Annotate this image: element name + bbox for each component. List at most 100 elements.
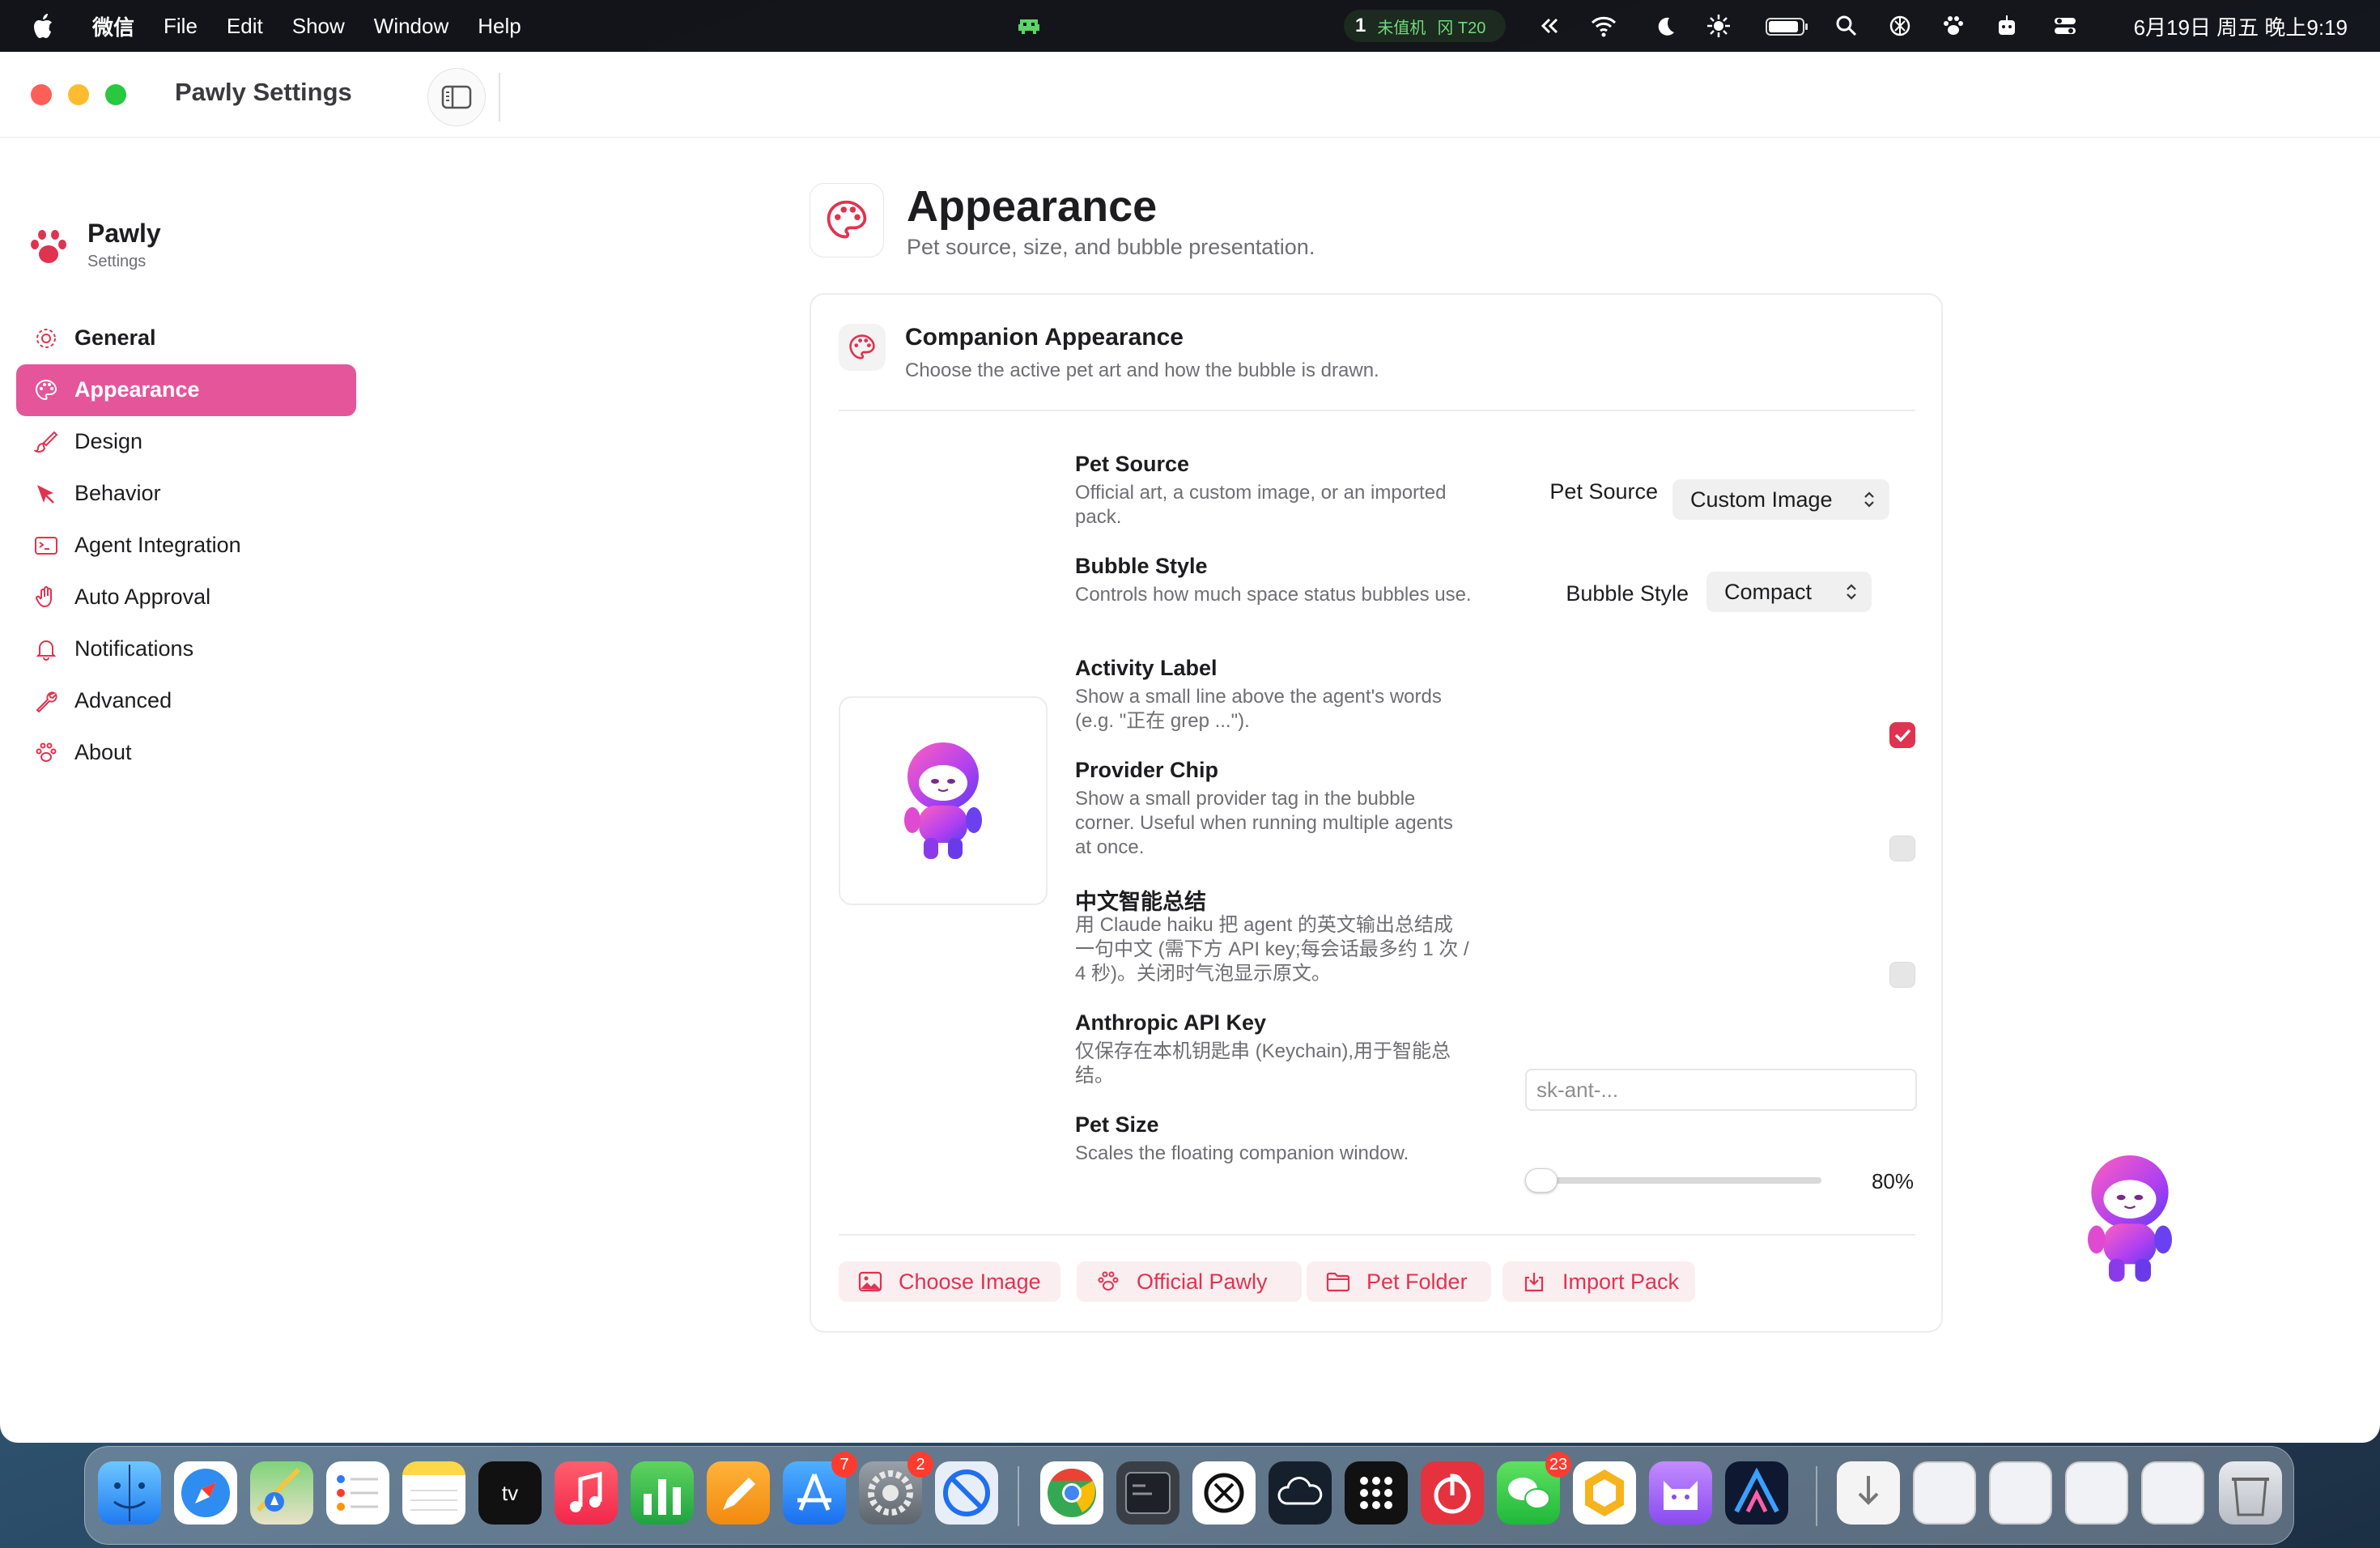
sidebar-item-notifications[interactable]: Notifications: [16, 623, 356, 675]
menu-file[interactable]: File: [164, 14, 198, 39]
pet-size-desc: Scales the floating companion window.: [1075, 1142, 1409, 1164]
toolbar-divider: [499, 73, 500, 121]
sidebar-item-appearance[interactable]: Appearance: [16, 364, 356, 416]
moon-icon[interactable]: [1651, 13, 1679, 39]
sidebar-item-about[interactable]: About: [16, 727, 356, 779]
menu-clock[interactable]: 6月19日 周五 晚上9:19: [2134, 11, 2348, 41]
api-key-input[interactable]: [1525, 1069, 1917, 1111]
blocker-app-icon[interactable]: [935, 1461, 998, 1525]
bell-icon: [36, 640, 57, 661]
pet-size-slider-thumb[interactable]: [1525, 1168, 1558, 1193]
cat-face-icon: [1664, 1481, 1698, 1510]
folder-icon: [1326, 1272, 1350, 1292]
terminal-app-icon[interactable]: [1116, 1461, 1179, 1525]
bubble-style-desc: Controls how much space status bubbles u…: [1075, 584, 1472, 606]
tv-text-icon: tv: [502, 1481, 518, 1505]
menu-edit[interactable]: Edit: [227, 14, 263, 39]
sidebar-item-agent-integration[interactable]: Agent Integration: [16, 520, 356, 572]
cat-app-icon[interactable]: [1649, 1461, 1712, 1525]
sidebar-item-label: General: [74, 325, 156, 350]
minimize-button[interactable]: [68, 84, 89, 105]
paw-icon: [36, 742, 57, 762]
downloads-stack-icon[interactable]: [1837, 1461, 1900, 1525]
sidebar-item-general[interactable]: General: [16, 313, 356, 364]
close-button[interactable]: [31, 84, 52, 105]
pet-character-image: [904, 742, 982, 859]
ai-app-icon[interactable]: [1725, 1461, 1788, 1525]
menu-app-name[interactable]: 微信: [92, 11, 134, 41]
menu-window[interactable]: Window: [374, 14, 448, 39]
bar-chart-icon: [644, 1479, 681, 1515]
double-chevron-left-icon[interactable]: [1535, 13, 1562, 39]
finder-icon[interactable]: [98, 1461, 161, 1525]
paw-icon[interactable]: [1940, 13, 1967, 39]
netease-music-icon[interactable]: [1421, 1461, 1484, 1525]
grid-icon: [1360, 1477, 1392, 1509]
bubble-style-select[interactable]: Compact: [1706, 572, 1872, 612]
music-icon[interactable]: [555, 1461, 618, 1525]
sidebar-item-label: Appearance: [74, 377, 200, 402]
sidebar-item-behavior[interactable]: Behavior: [16, 468, 356, 520]
space-invader-icon[interactable]: [1017, 15, 1041, 37]
card-header-icon: [839, 324, 886, 371]
card-subtitle: Choose the active pet art and how the bu…: [905, 359, 1379, 381]
chatgpt-icon[interactable]: [1192, 1461, 1256, 1525]
pet-source-select[interactable]: Custom Image: [1672, 479, 1889, 520]
hex-app-icon[interactable]: [1573, 1461, 1636, 1525]
sidebar-item-label: Auto Approval: [74, 585, 211, 609]
brand-name: Pawly: [87, 219, 161, 248]
reminders-icon[interactable]: [326, 1461, 389, 1525]
flight-status-pill[interactable]: 1 未值机 冈 T20: [1344, 10, 1506, 42]
menu-show[interactable]: Show: [292, 14, 345, 39]
sidebar: Pawly Settings General Appearance Design: [0, 138, 372, 1443]
menu-help[interactable]: Help: [478, 14, 521, 39]
pages-icon[interactable]: [707, 1461, 770, 1525]
import-pack-button[interactable]: Import Pack: [1502, 1261, 1695, 1302]
official-pawly-button[interactable]: Official Pawly: [1077, 1261, 1302, 1302]
openai-icon[interactable]: [1886, 13, 1914, 39]
search-icon[interactable]: [1833, 13, 1860, 39]
pet-size-slider-track[interactable]: [1525, 1177, 1821, 1184]
cn-summary-checkbox[interactable]: [1889, 962, 1915, 988]
choose-image-button[interactable]: Choose Image: [839, 1261, 1060, 1302]
openai-logo-icon: [1204, 1473, 1244, 1513]
chrome-icon[interactable]: [1040, 1461, 1103, 1525]
provider-chip-title: Provider Chip: [1075, 758, 1219, 782]
control-center-icon[interactable]: [2051, 13, 2079, 39]
floating-pet-character[interactable]: [2077, 1146, 2182, 1291]
notes-icon[interactable]: [402, 1461, 465, 1525]
numbers-icon[interactable]: [631, 1461, 694, 1525]
apple-tv-icon[interactable]: tv: [478, 1461, 542, 1525]
title-bar: Pawly Settings: [0, 52, 2380, 138]
dock-separator: [1816, 1466, 1817, 1526]
sidebar-item-design[interactable]: Design: [16, 416, 356, 468]
sidebar-toggle-button[interactable]: [427, 68, 486, 126]
palette-icon: [849, 334, 875, 359]
cloud-app-icon[interactable]: [1269, 1461, 1332, 1525]
window-title: Pawly Settings: [175, 78, 352, 106]
activity-label-checkbox[interactable]: [1889, 722, 1915, 748]
sidebar-item-label: Design: [74, 429, 143, 453]
safari-icon[interactable]: [174, 1461, 237, 1525]
sidebar-item-auto-approval[interactable]: Auto Approval: [16, 572, 356, 623]
gear-icon: [36, 329, 56, 348]
trash-icon[interactable]: [2219, 1461, 2282, 1525]
wifi-icon[interactable]: [1590, 13, 1617, 39]
launcher-icon[interactable]: [1345, 1461, 1408, 1525]
sidebar-item-label: Behavior: [74, 481, 161, 505]
window-thumbnail-1[interactable]: [1913, 1461, 1976, 1525]
pet-source-label: Pet Source: [1549, 479, 1658, 504]
zoom-button[interactable]: [105, 84, 126, 105]
apple-icon[interactable]: [32, 12, 57, 40]
window-thumbnail-3[interactable]: [2065, 1461, 2128, 1525]
pet-folder-button[interactable]: Pet Folder: [1307, 1261, 1491, 1302]
window-thumbnail-4[interactable]: [2141, 1461, 2204, 1525]
provider-chip-checkbox[interactable]: [1889, 836, 1915, 861]
window-thumbnail-2[interactable]: [1989, 1461, 2052, 1525]
robot-icon[interactable]: [1993, 13, 2021, 39]
brightness-icon[interactable]: [1705, 13, 1732, 39]
palette-icon: [35, 379, 57, 401]
maps-icon[interactable]: [250, 1461, 313, 1525]
battery-icon[interactable]: [1765, 13, 1810, 39]
sidebar-item-advanced[interactable]: Advanced: [16, 675, 356, 727]
